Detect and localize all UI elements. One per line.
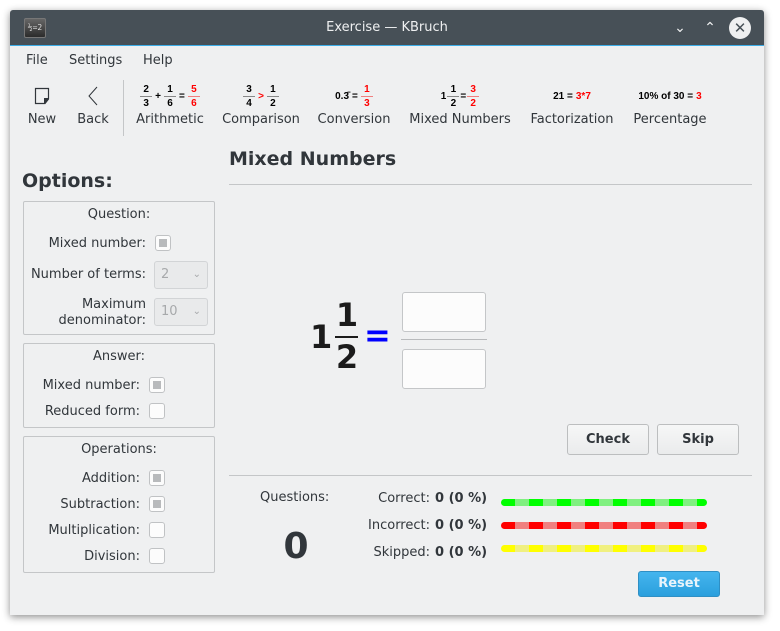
incorrect-label: Incorrect: (368, 518, 430, 533)
skipped-label: Skipped: (373, 545, 430, 560)
correct-bar (501, 499, 707, 506)
max-denominator-label: Maximum denominator: (59, 297, 146, 329)
answer-title: Answer: (92, 349, 146, 364)
answer-groupbox: Answer: Mixed number: Reduced form: (23, 343, 215, 428)
chevron-down-icon: ⌄ (192, 306, 201, 317)
answer-fraction-bar (401, 339, 487, 340)
skip-button[interactable]: Skip (657, 424, 739, 455)
comparison-icon: 34 > 12 (221, 82, 301, 110)
new-button[interactable]: New (26, 82, 58, 127)
chevron-down-icon: ⌄ (192, 269, 201, 280)
menu-bar: File Settings Help (10, 47, 764, 73)
reduced-form-checkbox[interactable] (149, 403, 165, 419)
question-title: Question: (87, 207, 151, 222)
mixed-numbers-icon: 1 12 = 32 (407, 82, 513, 110)
division-label: Division: (84, 549, 140, 564)
menu-help[interactable]: Help (143, 53, 173, 68)
max-denominator-label-line2: denominator: (58, 313, 146, 328)
number-of-terms-label: Number of terms: (30, 267, 146, 282)
chevron-up-icon: ⌃ (704, 20, 716, 36)
question-mixed-number-label: Mixed number: (48, 236, 146, 251)
question-mixed-number-checkbox[interactable] (155, 235, 171, 251)
question-groupbox: Question: Mixed number: Number of terms:… (23, 201, 215, 335)
multiplication-label: Multiplication: (48, 523, 140, 538)
back-label: Back (77, 112, 109, 127)
skipped-bar (501, 545, 707, 552)
exercise-title: Mixed Numbers (229, 148, 397, 170)
subtraction-checkbox[interactable] (149, 496, 165, 512)
window-title: Exercise — KBruch (326, 20, 448, 35)
answer-mixed-number-label: Mixed number: (42, 378, 140, 393)
mixed-numbers-label: Mixed Numbers (409, 112, 511, 127)
exercise-mixed-numbers-button[interactable]: 1 12 = 32 Mixed Numbers (407, 82, 513, 128)
reduced-form-label: Reduced form: (44, 404, 140, 419)
operations-groupbox: Operations: Addition: Subtraction: Multi… (23, 436, 215, 573)
operations-title: Operations: (81, 442, 157, 457)
number-of-terms-value: 2 (161, 267, 170, 282)
questions-count: 0 (283, 526, 309, 567)
skipped-value: 0 (0 %) (435, 545, 488, 560)
close-icon: ✕ (733, 19, 747, 37)
options-title: Options: (22, 170, 113, 192)
answer-denominator-input[interactable] (402, 349, 486, 389)
arithmetic-icon: 23 + 16 = 56 (134, 82, 206, 110)
incorrect-value: 0 (0 %) (435, 518, 488, 533)
task-denominator: 2 (335, 338, 359, 376)
max-denominator-value: 10 (161, 304, 178, 319)
addition-label: Addition: (81, 471, 140, 486)
new-label: New (27, 112, 57, 127)
answer-mixed-number-checkbox[interactable] (149, 377, 165, 393)
exercise-comparison-button[interactable]: 34 > 12 Comparison (221, 82, 301, 128)
division-checkbox[interactable] (149, 548, 165, 564)
maximize-button[interactable]: ⌃ (700, 18, 720, 38)
reset-button[interactable]: Reset (638, 571, 720, 597)
answer-numerator-input[interactable] (402, 292, 486, 332)
comparison-label: Comparison (222, 112, 300, 127)
exercise-factorization-button[interactable]: 21 = 3*7 Factorization (527, 82, 617, 128)
task-equals-sign: = (364, 316, 391, 354)
stats-divider (229, 475, 752, 476)
toolbar: New Back 23 + 16 = 56 Arithmetic 3 4 > 1… (10, 76, 764, 142)
toolbar-separator (123, 80, 124, 136)
questions-label: Questions: (260, 490, 330, 505)
number-of-terms-combo[interactable]: 2 ⌄ (154, 261, 208, 289)
conversion-icon: 0.3̄ = 13 (316, 82, 392, 110)
menu-settings[interactable]: Settings (69, 53, 122, 68)
title-bar: ½=2 Exercise — KBruch ⌄ ⌃ ✕ (10, 10, 764, 46)
title-divider (229, 184, 752, 185)
exercise-conversion-button[interactable]: 0.3̄ = 13 Conversion (316, 82, 392, 128)
minimize-button[interactable]: ⌄ (670, 18, 690, 38)
new-document-icon (26, 82, 58, 110)
check-button[interactable]: Check (567, 424, 649, 455)
factorization-label: Factorization (530, 112, 614, 127)
close-button[interactable]: ✕ (729, 17, 751, 39)
task-numerator: 1 (335, 296, 359, 334)
correct-value: 0 (0 %) (435, 491, 488, 506)
subtraction-label: Subtraction: (60, 497, 140, 512)
task-whole-number: 1 (310, 318, 333, 356)
back-button[interactable]: Back (74, 82, 112, 127)
percentage-icon: 10% of 30 = 3 (638, 90, 702, 102)
multiplication-checkbox[interactable] (149, 522, 165, 538)
correct-label: Correct: (378, 491, 430, 506)
exercise-percentage-button[interactable]: 10% of 30 = 3 Percentage (630, 82, 710, 128)
incorrect-bar (501, 522, 707, 529)
arithmetic-label: Arithmetic (136, 112, 204, 127)
addition-checkbox[interactable] (149, 470, 165, 486)
max-denominator-combo[interactable]: 10 ⌄ (154, 298, 208, 326)
percentage-label: Percentage (633, 112, 707, 127)
chevron-down-icon: ⌄ (674, 20, 686, 36)
exercise-arithmetic-button[interactable]: 23 + 16 = 56 Arithmetic (134, 82, 206, 128)
max-denominator-label-line1: Maximum (81, 297, 146, 312)
factorization-icon: 21 = 3*7 (553, 90, 591, 102)
kbruch-window: ½=2 Exercise — KBruch ⌄ ⌃ ✕ File Setting… (10, 10, 764, 615)
back-arrow-icon (74, 82, 112, 110)
menu-file[interactable]: File (26, 53, 48, 68)
conversion-label: Conversion (317, 112, 391, 127)
